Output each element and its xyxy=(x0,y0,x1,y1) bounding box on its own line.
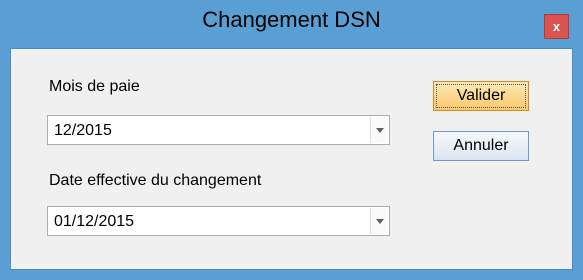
effective-date-label: Date effective du changement xyxy=(49,172,262,189)
window-title: Changement DSN xyxy=(202,7,381,32)
pay-month-dropdown-arrow[interactable] xyxy=(370,117,388,143)
pay-month-label: Mois de paie xyxy=(49,78,140,95)
pay-month-combobox[interactable]: 12/2015 xyxy=(47,115,390,145)
dialog-window: Changement DSN x Mois de paie 12/2015 Da… xyxy=(0,0,583,280)
close-icon: x xyxy=(552,19,561,34)
pay-month-value: 12/2015 xyxy=(54,122,112,139)
chevron-down-icon xyxy=(375,218,384,224)
effective-date-value: 01/12/2015 xyxy=(54,213,135,230)
effective-date-combobox[interactable]: 01/12/2015 xyxy=(47,206,390,236)
validate-button[interactable]: Valider xyxy=(433,81,529,111)
dialog-body: Mois de paie 12/2015 Date effective du c… xyxy=(10,48,573,270)
cancel-button[interactable]: Annuler xyxy=(433,131,529,161)
effective-date-dropdown-arrow[interactable] xyxy=(370,208,388,234)
close-button[interactable]: x xyxy=(544,14,569,39)
title-bar[interactable]: Changement DSN x xyxy=(0,0,583,40)
chevron-down-icon xyxy=(375,127,384,133)
